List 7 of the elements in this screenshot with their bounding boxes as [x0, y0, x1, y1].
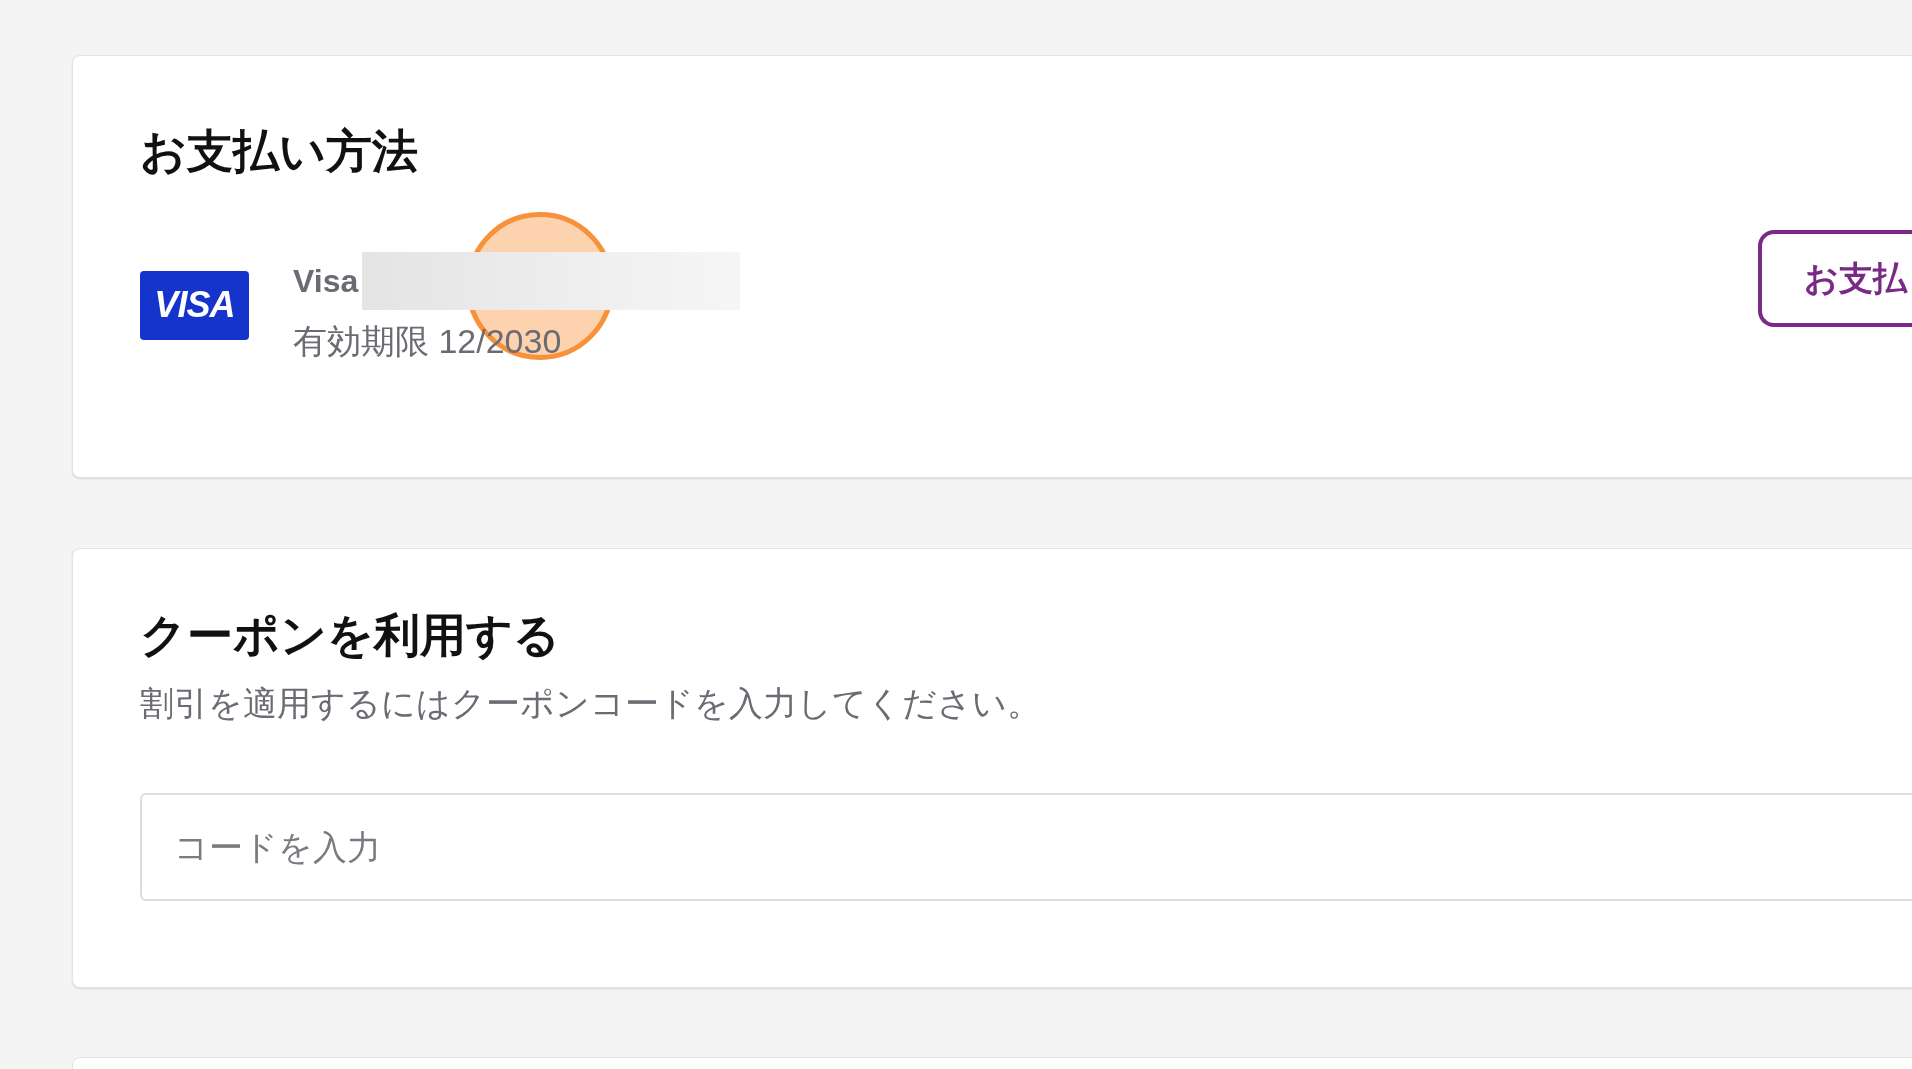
section-description: 割引を適用するにはクーポンコードを入力してください。 [140, 686, 1042, 720]
payment-method-button[interactable]: お支払 [1758, 230, 1912, 327]
visa-logo-icon: VISA [140, 270, 249, 340]
section-title: お支払い方法 [140, 128, 419, 174]
card-name: Visa [293, 265, 359, 297]
section-title: クーポンを利用する [140, 612, 561, 658]
coupon-code-field[interactable]: コードを入力 [140, 793, 1912, 901]
